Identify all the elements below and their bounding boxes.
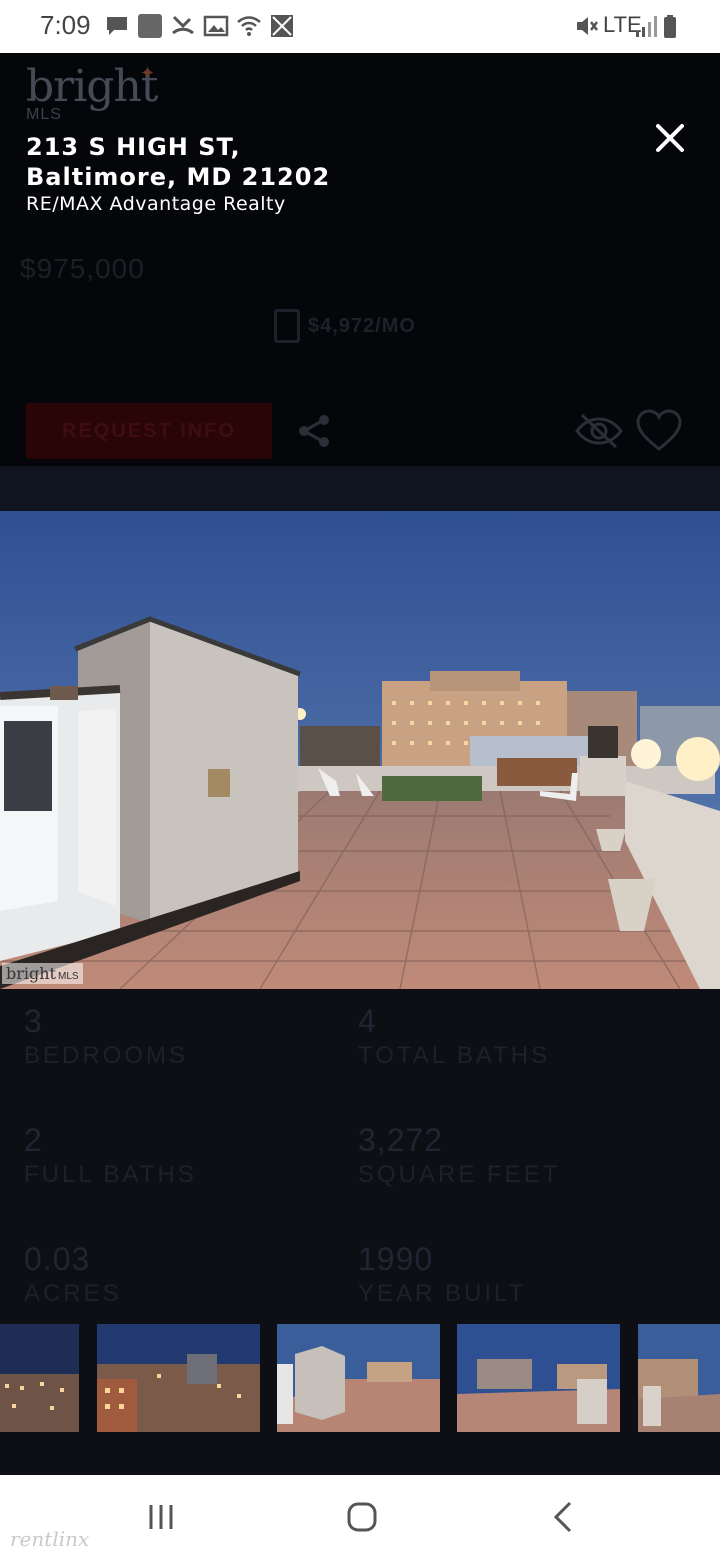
- thumbnail-image: [0, 1324, 79, 1432]
- recent-apps-icon[interactable]: [141, 1497, 181, 1537]
- thumbnail[interactable]: [0, 1324, 79, 1432]
- messages-icon: [107, 17, 127, 35]
- listing-photo-main[interactable]: bright MLS: [0, 511, 720, 989]
- listing-page: bright ✦ MLS $975,000 $4,972/MO REQUEST …: [0, 53, 720, 1475]
- thumbnail-image: [277, 1324, 440, 1432]
- calculator-icon: [274, 309, 300, 343]
- mute-icon: [577, 17, 598, 35]
- fact-label: YEAR BUILT: [358, 1280, 527, 1307]
- rentlinx-watermark: rentlinx: [10, 1527, 90, 1551]
- thumbnail-image: [97, 1324, 260, 1432]
- app-icon: [138, 14, 162, 38]
- wifi-icon: [237, 16, 261, 36]
- fact-total-baths: 4 TOTAL BATHS: [358, 1003, 678, 1070]
- fact-value: 1990: [358, 1241, 434, 1277]
- fact-label: FULL BATHS: [24, 1161, 197, 1188]
- close-icon[interactable]: [650, 118, 690, 158]
- photo-watermark: bright MLS: [2, 963, 83, 984]
- page-header: bright ✦ MLS $975,000 $4,972/MO REQUEST …: [0, 53, 720, 466]
- fact-value: 3,272: [358, 1122, 444, 1158]
- gallery-icon: [203, 15, 229, 37]
- fact-label: BEDROOMS: [24, 1042, 189, 1069]
- logo-word: bright: [26, 61, 158, 112]
- watermark-sub: MLS: [57, 971, 79, 982]
- thumbnail[interactable]: [277, 1324, 440, 1432]
- fact-full-baths: 2 FULL BATHS: [24, 1122, 344, 1189]
- fact-year-built: 1990 YEAR BUILT: [358, 1241, 678, 1308]
- share-icon[interactable]: [296, 413, 332, 449]
- fact-value: 4: [358, 1003, 377, 1039]
- logo-star-icon: ✦: [140, 63, 156, 83]
- status-time: 7:09: [40, 10, 91, 40]
- listing-price: $975,000: [20, 253, 145, 284]
- thumbnail-image: [638, 1324, 720, 1432]
- mortgage-estimate[interactable]: $4,972/MO: [274, 309, 416, 343]
- request-info-button[interactable]: REQUEST INFO: [26, 403, 272, 459]
- thumbnail[interactable]: [638, 1324, 720, 1432]
- tab-strip: [0, 466, 720, 511]
- fact-label: TOTAL BATHS: [358, 1042, 551, 1069]
- navigation-bar: rentlinx: [0, 1475, 720, 1560]
- bright-mls-logo: bright ✦ MLS: [26, 61, 158, 124]
- fact-value: 3: [24, 1003, 43, 1039]
- no-sim-icon: [271, 15, 293, 37]
- fact-square-feet: 3,272 SQUARE FEET: [358, 1122, 678, 1189]
- signal-icon: [636, 16, 657, 37]
- status-bar: 7:09 LTE: [0, 0, 720, 53]
- address-line-1: 213 S HIGH ST,: [26, 133, 241, 161]
- missed-call-icon: [172, 15, 194, 35]
- thumbnail[interactable]: [97, 1324, 260, 1432]
- rooftop-photo: [0, 511, 720, 989]
- thumbnail-image: [457, 1324, 620, 1432]
- watermark-word: bright: [6, 964, 56, 983]
- favorite-heart-icon[interactable]: [636, 409, 682, 453]
- hide-listing-icon[interactable]: [574, 411, 624, 451]
- monthly-payment: $4,972/MO: [308, 314, 416, 337]
- address-line-2: Baltimore, MD 21202: [26, 163, 331, 191]
- battery-icon: [664, 15, 676, 38]
- fact-label: ACRES: [24, 1280, 122, 1307]
- back-icon[interactable]: [544, 1497, 584, 1537]
- listing-address: 213 S HIGH ST, Baltimore, MD 21202: [26, 132, 330, 192]
- thumbnail-strip: [0, 1324, 720, 1432]
- broker-name: RE/MAX Advantage Realty: [26, 193, 286, 215]
- fact-label: SQUARE FEET: [358, 1161, 561, 1188]
- thumbnail[interactable]: [457, 1324, 620, 1432]
- fact-acres: 0.03 ACRES: [24, 1241, 344, 1308]
- home-icon[interactable]: [342, 1497, 382, 1537]
- fact-value: 2: [24, 1122, 43, 1158]
- fact-value: 0.03: [24, 1241, 91, 1277]
- action-row: REQUEST INFO: [0, 403, 720, 463]
- fact-bedrooms: 3 BEDROOMS: [24, 1003, 344, 1070]
